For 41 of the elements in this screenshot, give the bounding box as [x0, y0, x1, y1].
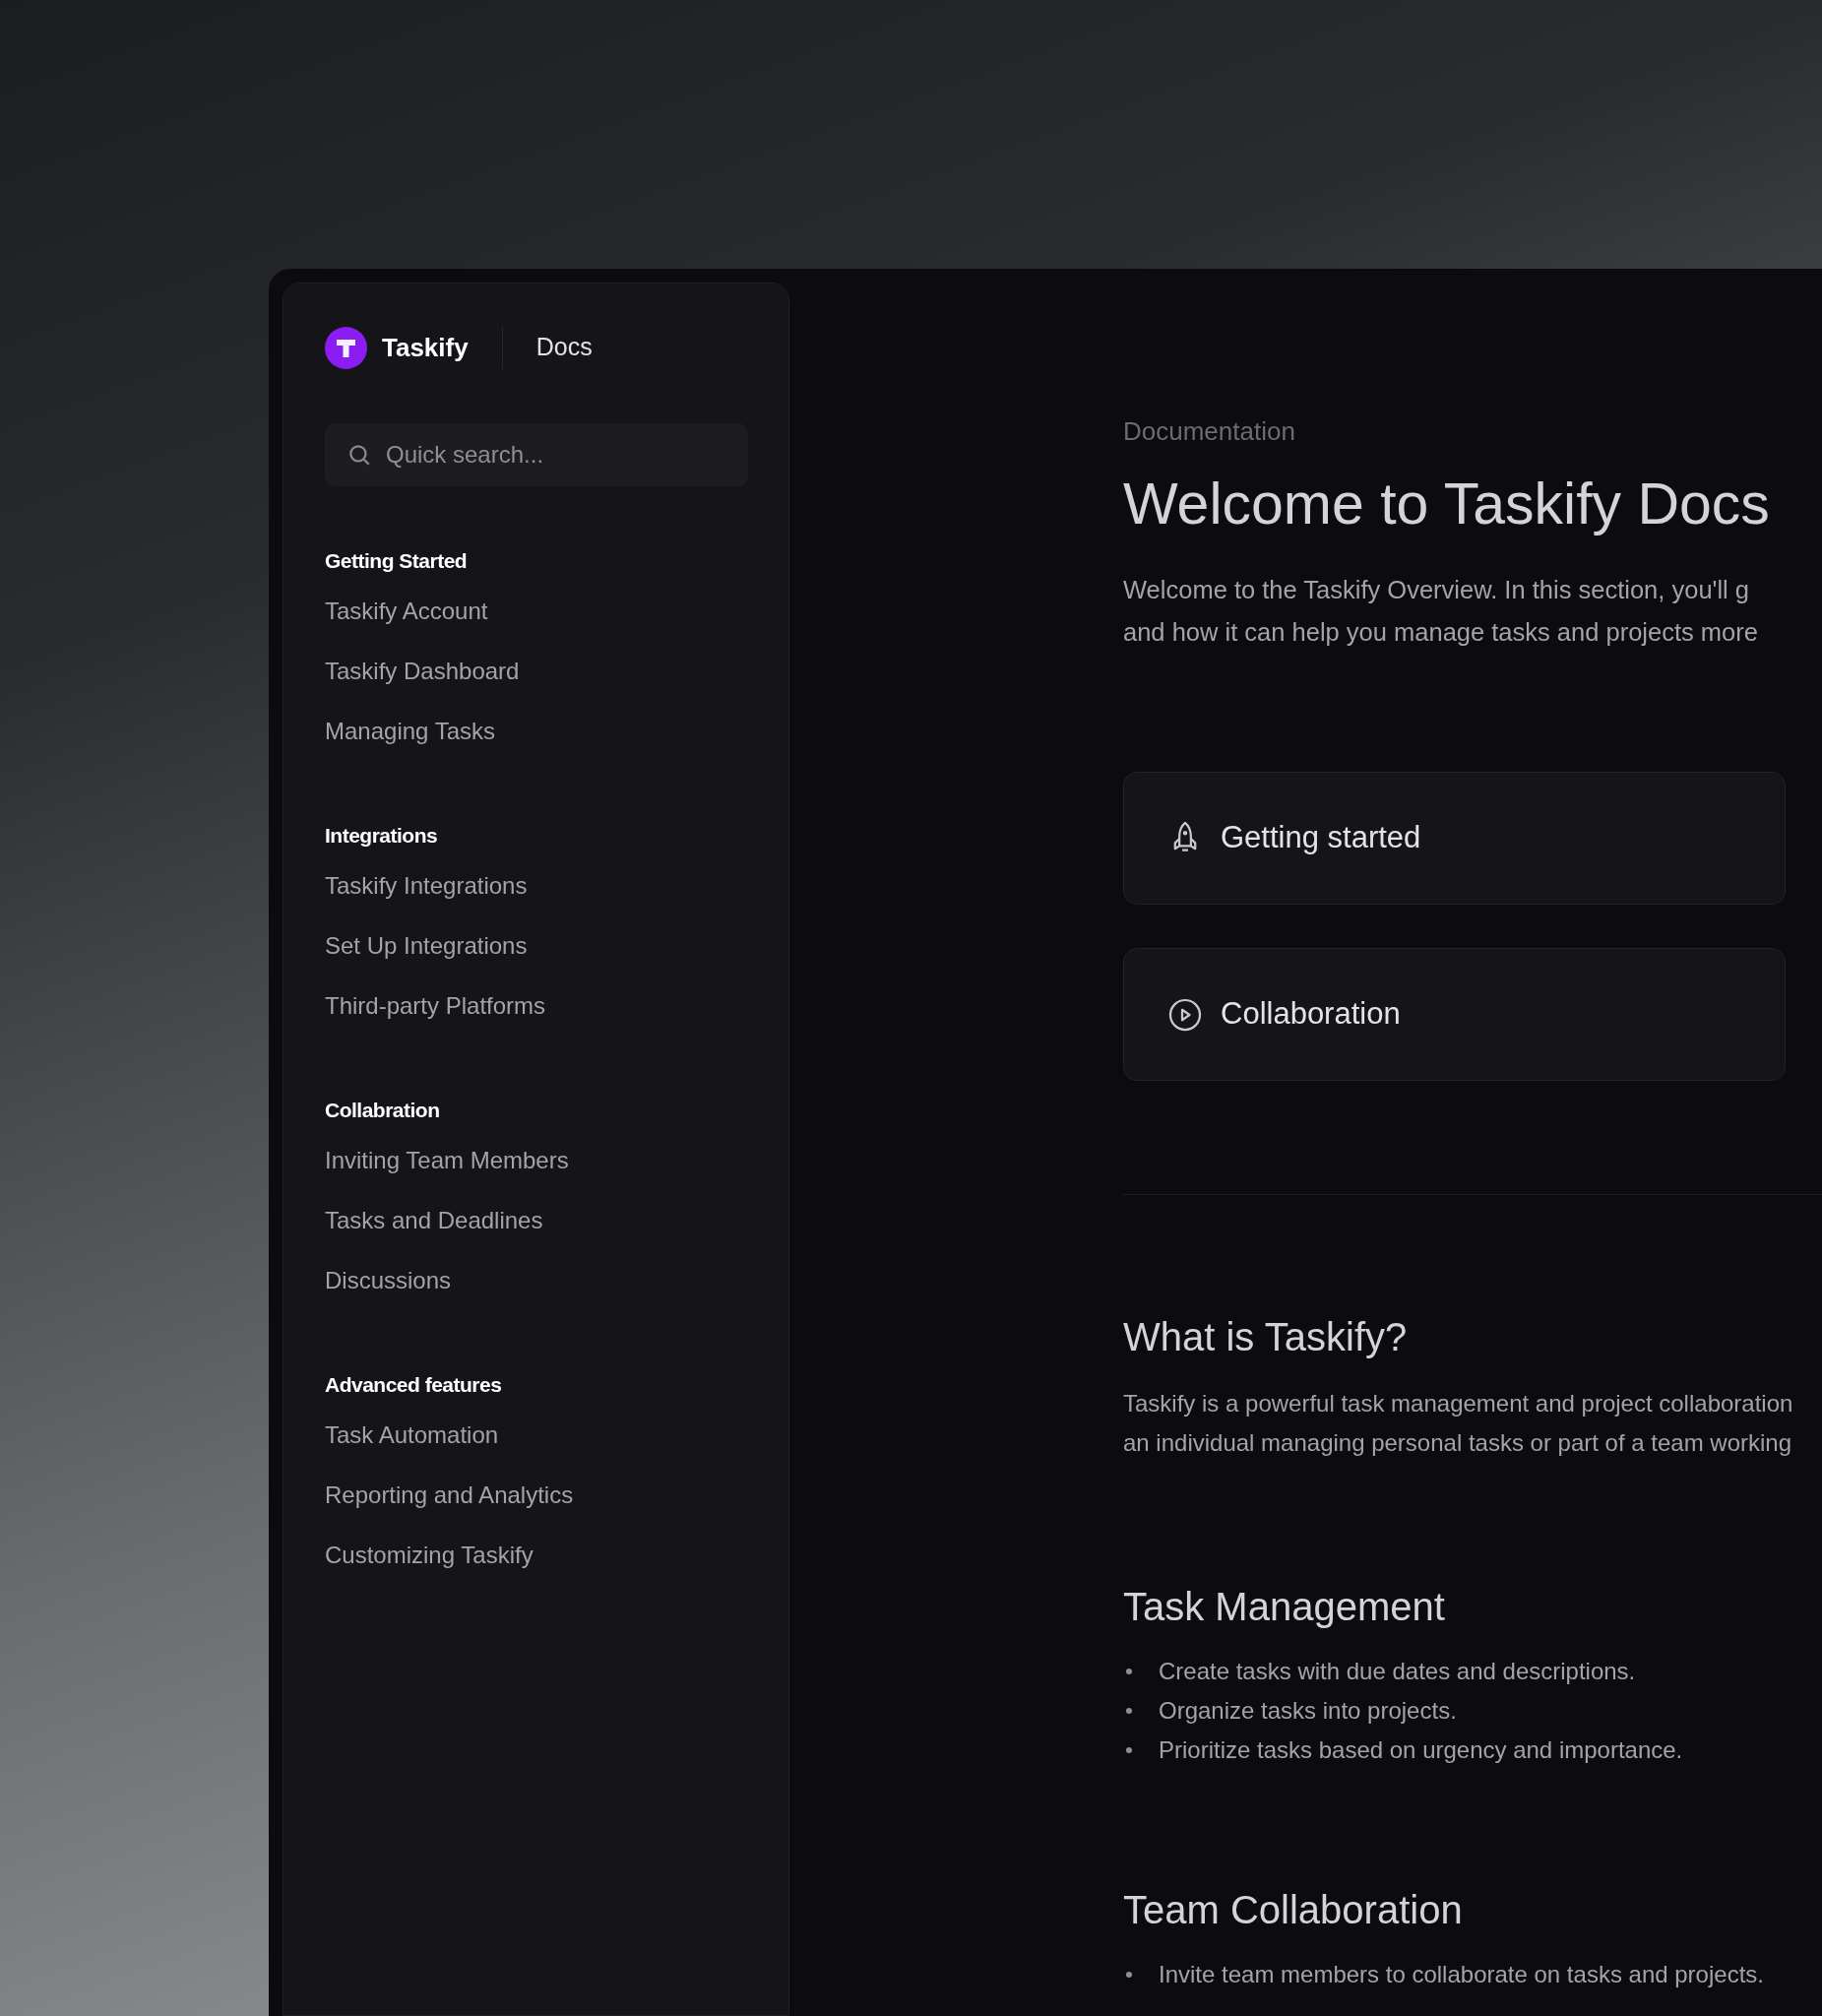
intro-text: Welcome to the Taskify Overview. In this section, you'll g: [1123, 575, 1750, 605]
section-heading: Team Collaboration: [1123, 1887, 1463, 1933]
nav-link[interactable]: Discussions: [325, 1250, 452, 1310]
nav-link[interactable]: Set Up Integrations: [325, 915, 528, 976]
docs-label[interactable]: Docs: [535, 329, 593, 366]
nav-link[interactable]: Managing Tasks: [325, 701, 495, 761]
bullet-icon: [1126, 1669, 1132, 1674]
brand-name: Taskify: [382, 331, 469, 364]
page-title: Welcome to Taskify Docs: [1123, 471, 1771, 538]
bullet-icon: [1126, 1708, 1132, 1714]
bullet-text: Create tasks with due dates and descriptions.: [1159, 1657, 1636, 1686]
nav-link[interactable]: Inviting Team Members: [325, 1130, 569, 1190]
section-heading: Task Management: [1123, 1584, 1445, 1630]
nav-link[interactable]: Reporting and Analytics: [325, 1465, 574, 1525]
bullet-icon: [1126, 1972, 1132, 1978]
nav-link[interactable]: Tasks and Deadlines: [325, 1190, 543, 1250]
search-icon: [346, 442, 372, 468]
body-text: an individual managing personal tasks or part of a team working: [1123, 1428, 1792, 1458]
nav-section-title: Collabration: [325, 1098, 441, 1123]
nav-link[interactable]: Task Automation: [325, 1405, 499, 1465]
nav-section-title: Getting Started: [325, 548, 469, 574]
nav-link[interactable]: Taskify Dashboard: [325, 641, 520, 701]
search-field[interactable]: Quick search...: [325, 423, 748, 486]
nav-section-title: Integrations: [325, 823, 439, 849]
body-text: Taskify is a powerful task management and project collaboration: [1123, 1389, 1793, 1418]
intro-text: and how it can help you manage tasks and projects more: [1123, 617, 1758, 648]
bullet-text: Organize tasks into projects.: [1159, 1696, 1457, 1726]
link-card[interactable]: Getting started: [1123, 772, 1786, 905]
logo-icon: [325, 326, 367, 369]
link-card[interactable]: Collaboration: [1123, 948, 1786, 1081]
play-circle-icon: [1167, 996, 1203, 1033]
bullet-text: Invite team members to collaborate on tasks and projects.: [1159, 1960, 1764, 1989]
nav-link[interactable]: Taskify Integrations: [325, 855, 528, 915]
section-heading: What is Taskify?: [1123, 1314, 1408, 1360]
nav-section-title: Advanced features: [325, 1372, 503, 1398]
bullet-icon: [1126, 1747, 1132, 1753]
eyebrow: Documentation: [1123, 415, 1296, 448]
nav-link[interactable]: Customizing Taskify: [325, 1525, 534, 1585]
bullet-text: Prioritize tasks based on urgency and importance.: [1159, 1735, 1683, 1765]
nav-link[interactable]: Third-party Platforms: [325, 976, 546, 1036]
nav-link[interactable]: Taskify Account: [325, 581, 488, 641]
